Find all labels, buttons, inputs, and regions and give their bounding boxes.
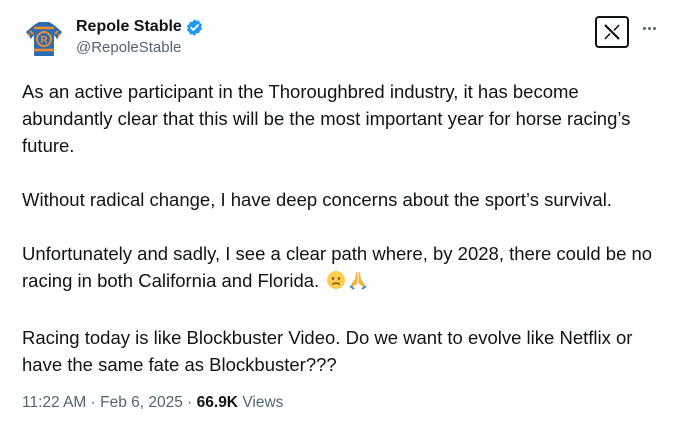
- tweet-date[interactable]: Feb 6, 2025: [100, 394, 183, 411]
- avatar[interactable]: R: [22, 14, 66, 58]
- tweet-paragraph: Racing today is like Blockbuster Video. …: [22, 327, 633, 375]
- tweet-meta: 11:22 AM · Feb 6, 2025 · 66.9K Views: [22, 393, 283, 413]
- meta-separator: ·: [86, 394, 101, 411]
- tweet-paragraph: Unfortunately and sadly, I see a clear p…: [22, 240, 662, 297]
- tweet-card: R Repole Stable @RepoleStable As an acti…: [0, 0, 675, 429]
- crying-face-icon: [326, 270, 346, 297]
- x-logo-icon[interactable]: [595, 16, 629, 48]
- avatar-letter: R: [40, 35, 48, 46]
- views-count: 66.9K: [196, 394, 239, 411]
- more-options-icon[interactable]: [638, 17, 660, 39]
- author-names: Repole Stable @RepoleStable: [76, 17, 204, 58]
- meta-separator: ·: [182, 394, 197, 411]
- folded-hands-icon: [348, 270, 368, 297]
- tweet-header: R Repole Stable @RepoleStable: [22, 14, 204, 58]
- tweet-text: As an active participant in the Thorough…: [22, 78, 662, 405]
- author-display-name[interactable]: Repole Stable: [76, 17, 182, 37]
- jockey-silks-icon: R: [26, 22, 62, 56]
- tweet-paragraph: As an active participant in the Thorough…: [22, 81, 631, 156]
- views-label: Views: [238, 394, 284, 411]
- tweet-time[interactable]: 11:22 AM: [22, 394, 86, 411]
- verified-badge-icon: [185, 18, 204, 37]
- author-handle[interactable]: @RepoleStable: [76, 38, 204, 58]
- tweet-paragraph: Without radical change, I have deep conc…: [22, 189, 612, 210]
